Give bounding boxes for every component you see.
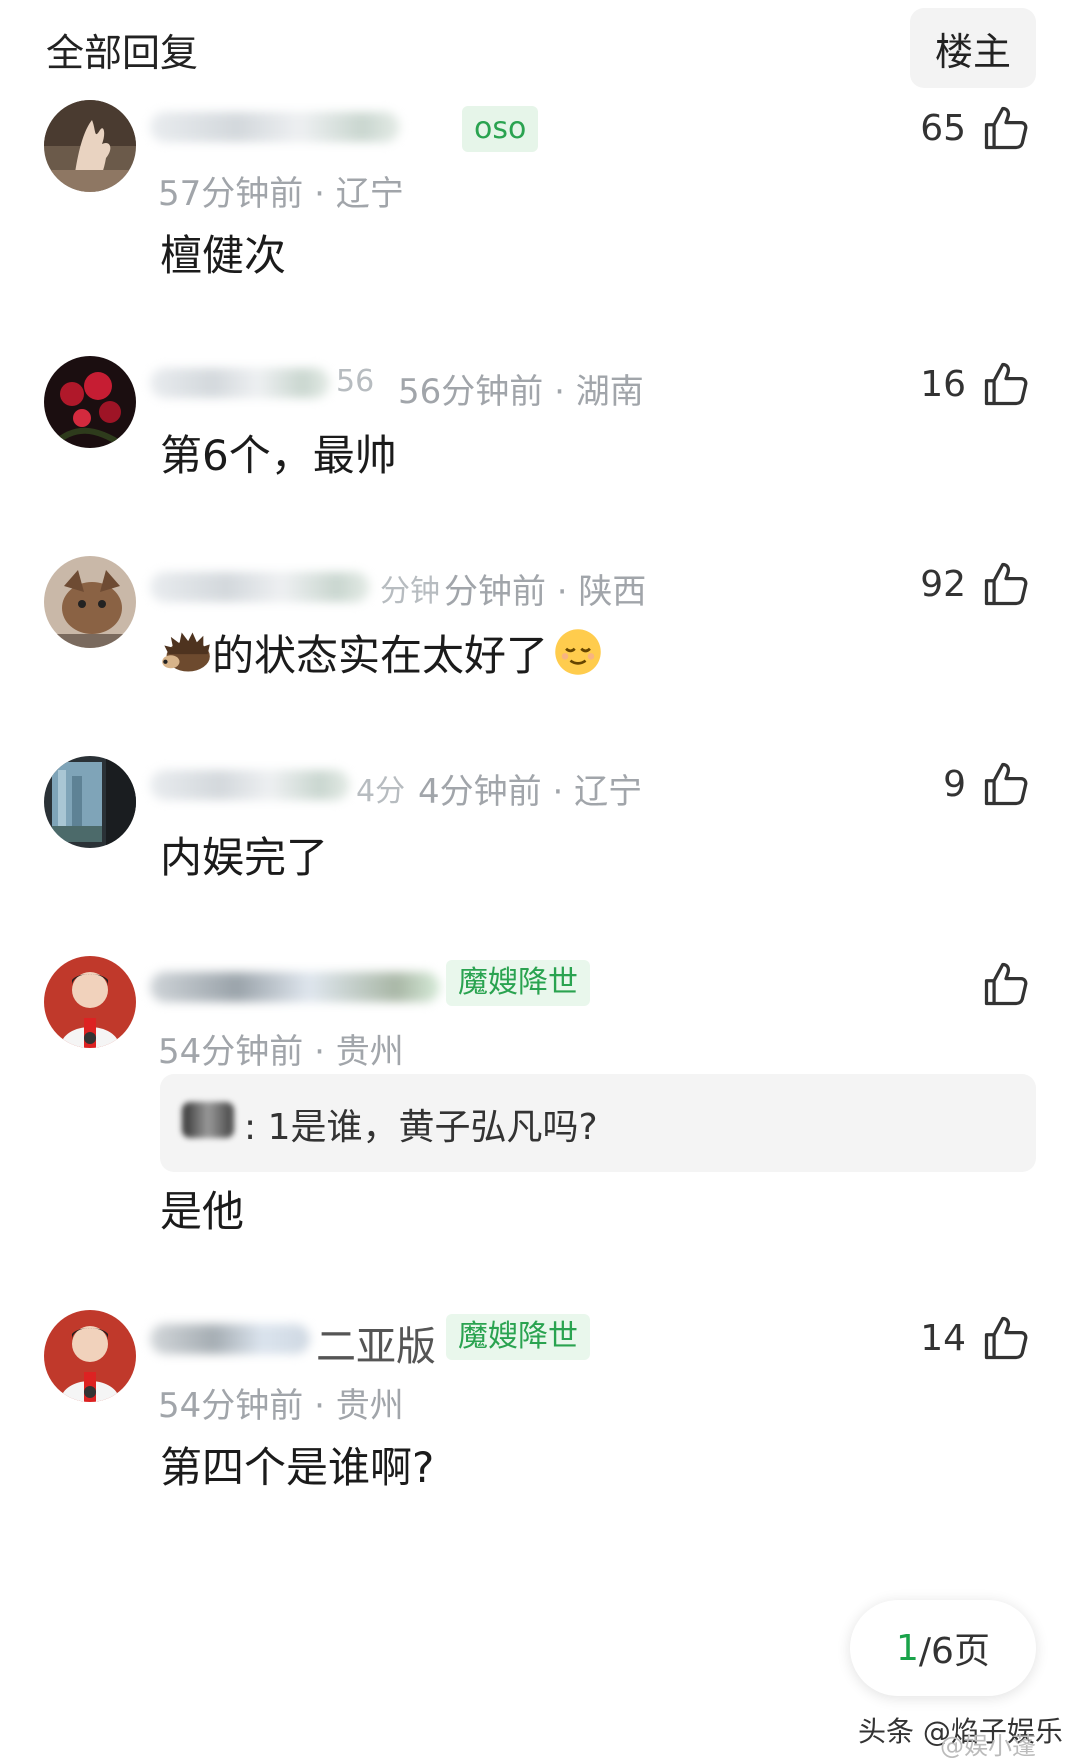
quoted-reply[interactable]: : 1是谁，黄子弘凡吗? — [160, 1074, 1036, 1172]
avatar-image — [44, 556, 136, 648]
meta-dot: · — [303, 1386, 336, 1426]
meta-dot: · — [303, 174, 336, 214]
username-blurred — [150, 1324, 310, 1354]
like-button[interactable] — [980, 954, 1032, 1014]
quote-colon: : — [244, 1107, 268, 1148]
comment-meta: 56分钟前 · 湖南 — [398, 364, 644, 413]
like-count: 16 — [920, 363, 966, 405]
like-button[interactable]: 14 — [920, 1308, 1032, 1368]
username-suffix: 分钟 — [380, 574, 440, 609]
comment-time: 分钟前 — [444, 572, 546, 612]
avatar[interactable] — [44, 356, 136, 448]
avatar[interactable] — [44, 1310, 136, 1402]
comment-time: 54分钟前 — [158, 1032, 304, 1072]
comment-meta: 54分钟前 · 贵州 — [158, 1378, 404, 1427]
avatar[interactable] — [44, 100, 136, 192]
comment-meta: 54分钟前 · 贵州 — [158, 1024, 404, 1073]
page-indicator[interactable]: 1/6页 — [850, 1600, 1036, 1696]
watermark-secondary: @娱小蓬 — [940, 1732, 1036, 1760]
comment-region: 陕西 — [578, 572, 647, 612]
quoted-text-row: : 1是谁，黄子弘凡吗? — [244, 1098, 598, 1150]
comment-time: 4分钟前 — [418, 772, 542, 812]
comment-region: 辽宁 — [335, 174, 404, 214]
quoted-text: 1是谁，黄子弘凡吗? — [267, 1107, 598, 1148]
meta-dot: · — [546, 572, 579, 612]
quoted-author-blurred — [182, 1102, 234, 1138]
comment-text: 是他 — [160, 1187, 245, 1236]
thumbs-up-icon — [984, 362, 1028, 406]
avatar[interactable] — [44, 556, 136, 648]
username-suffix: oso — [462, 106, 539, 152]
like-count: 9 — [943, 763, 966, 805]
avatar[interactable] — [44, 956, 136, 1048]
comment-time: 56分钟前 — [398, 372, 544, 412]
comment-region: 辽宁 — [574, 772, 643, 812]
avatar-image — [44, 100, 136, 192]
page-title: 全部回复 — [46, 31, 199, 75]
avatar-image — [44, 756, 136, 848]
thumbs-up-icon — [984, 762, 1028, 806]
comment-region: 贵州 — [335, 1032, 404, 1072]
comment-meta: 分钟前 · 陕西 — [444, 564, 646, 613]
thumbs-up-icon — [984, 106, 1028, 150]
like-count: 65 — [920, 107, 966, 149]
comment-text: 的状态实在太好了 — [160, 622, 604, 683]
comment-text: 檀健次 — [160, 231, 287, 280]
avatar-image — [44, 356, 136, 448]
avatar-image — [44, 1310, 136, 1402]
comment-text: 内娱完了 — [160, 833, 329, 882]
username-suffix: 4分 — [356, 774, 406, 809]
comment-text: 第6个，最帅 — [160, 431, 397, 480]
page-current: 1 — [896, 1627, 919, 1669]
username-blurred — [150, 572, 370, 602]
meta-dot: · — [543, 372, 576, 412]
like-button[interactable]: 16 — [920, 354, 1032, 414]
like-button[interactable]: 65 — [920, 98, 1032, 158]
header: 全部回复 楼主 — [0, 0, 1080, 96]
like-button[interactable]: 9 — [943, 754, 1032, 814]
meta-dot: · — [541, 772, 575, 812]
comment-region: 贵州 — [335, 1386, 404, 1426]
username-suffix: 56 — [336, 364, 375, 399]
username-suffix: 二亚版 — [316, 1324, 436, 1370]
avatar-image — [44, 956, 136, 1048]
op-filter-button[interactable]: 楼主 — [910, 8, 1036, 88]
comment-time: 54分钟前 — [158, 1386, 304, 1426]
like-count: 14 — [920, 1317, 966, 1359]
meta-dot: · — [303, 1032, 336, 1072]
comment-meta: 4分钟前 · 辽宁 — [418, 764, 642, 813]
username-blurred — [150, 368, 330, 398]
username-blurred — [150, 112, 400, 142]
thumbs-up-icon — [984, 562, 1028, 606]
page-total: /6页 — [918, 1631, 990, 1672]
thumbs-up-icon — [984, 1316, 1028, 1360]
comment-text: 第四个是谁啊? — [160, 1443, 435, 1492]
relieved-face-icon — [555, 629, 601, 675]
comment-time: 57分钟前 — [158, 174, 304, 214]
username-blurred — [150, 972, 440, 1002]
comment-text-body: 的状态实在太好了 — [212, 631, 549, 680]
comment-region: 湖南 — [575, 372, 644, 412]
avatar[interactable] — [44, 756, 136, 848]
thumbs-up-icon — [984, 962, 1028, 1006]
user-badge: 魔嫂降世 — [446, 960, 590, 1006]
like-count: 92 — [920, 563, 966, 605]
user-badge: 魔嫂降世 — [446, 1314, 590, 1360]
hedgehog-icon — [162, 632, 210, 672]
username-blurred — [150, 770, 350, 800]
comment-meta: 57分钟前 · 辽宁 — [158, 166, 404, 215]
like-button[interactable]: 92 — [920, 554, 1032, 614]
